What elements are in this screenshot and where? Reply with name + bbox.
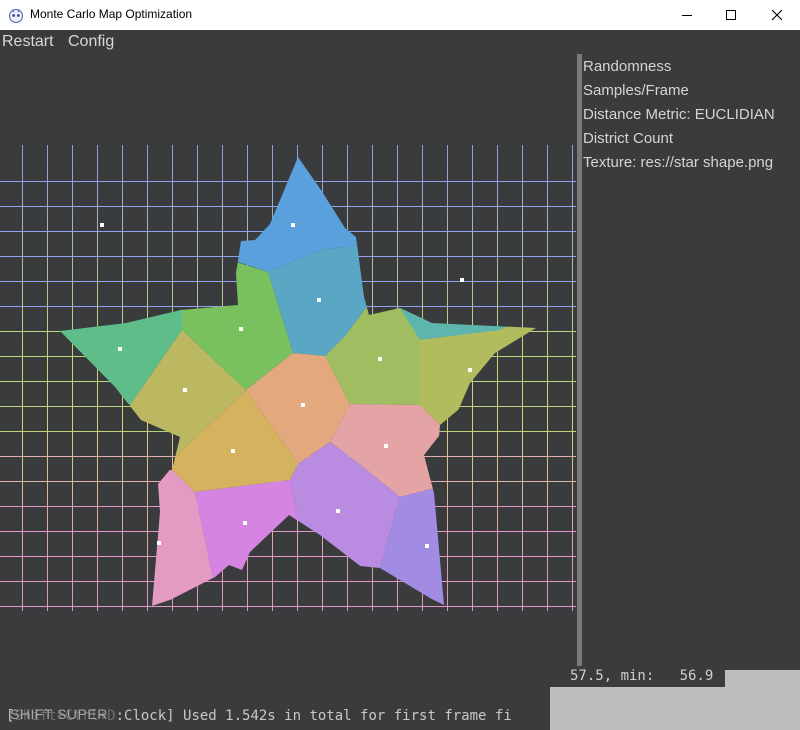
texture-setting[interactable]: Texture: res://star shape.png bbox=[583, 154, 773, 171]
settings-panel: Randomness Samples/Frame Distance Metric… bbox=[583, 56, 800, 666]
centroid-marker bbox=[384, 444, 388, 448]
minimize-icon bbox=[682, 15, 692, 16]
console-message: :Clock] Used 1.542s in total for first f… bbox=[115, 708, 512, 724]
centroid-marker bbox=[468, 368, 472, 372]
centroid-marker bbox=[183, 388, 187, 392]
panel-splitter[interactable] bbox=[577, 54, 582, 666]
stats-readout: 57.5, min: 56.9 bbox=[570, 668, 714, 684]
district-count-setting[interactable]: District Count bbox=[583, 130, 673, 147]
centroid-marker bbox=[336, 509, 340, 513]
window-title: Monte Carlo Map Optimization bbox=[30, 7, 193, 21]
close-button[interactable] bbox=[754, 0, 800, 30]
centroid-marker bbox=[157, 541, 161, 545]
shortcut-overlay: SHIFT SUPER bbox=[10, 706, 108, 722]
centroid-marker bbox=[239, 327, 243, 331]
centroid-marker bbox=[118, 347, 122, 351]
samples-per-frame-setting[interactable]: Samples/Frame bbox=[583, 82, 689, 99]
centroid-marker bbox=[243, 521, 247, 525]
overlay-panel bbox=[550, 687, 800, 730]
config-menu[interactable]: Config bbox=[68, 33, 114, 51]
title-bar: Monte Carlo Map Optimization bbox=[0, 0, 800, 30]
centroid-marker bbox=[291, 223, 295, 227]
randomness-setting[interactable]: Randomness bbox=[583, 58, 671, 75]
centroid-marker bbox=[231, 449, 235, 453]
close-icon bbox=[771, 9, 783, 21]
maximize-icon bbox=[726, 10, 736, 20]
map-view[interactable] bbox=[0, 56, 576, 666]
centroid-marker bbox=[301, 403, 305, 407]
app-logo-icon bbox=[8, 8, 24, 23]
centroid-marker bbox=[378, 357, 382, 361]
centroid-marker bbox=[460, 278, 464, 282]
restart-menu[interactable]: Restart bbox=[2, 33, 54, 51]
centroid-marker bbox=[425, 544, 429, 548]
centroid-marker bbox=[100, 223, 104, 227]
maximize-button[interactable] bbox=[708, 0, 754, 30]
star-map bbox=[60, 157, 536, 606]
centroid-marker bbox=[317, 298, 321, 302]
distance-metric-setting[interactable]: Distance Metric: EUCLIDIAN bbox=[583, 106, 775, 123]
overlay-panel bbox=[725, 670, 800, 688]
minimize-button[interactable] bbox=[664, 0, 710, 30]
